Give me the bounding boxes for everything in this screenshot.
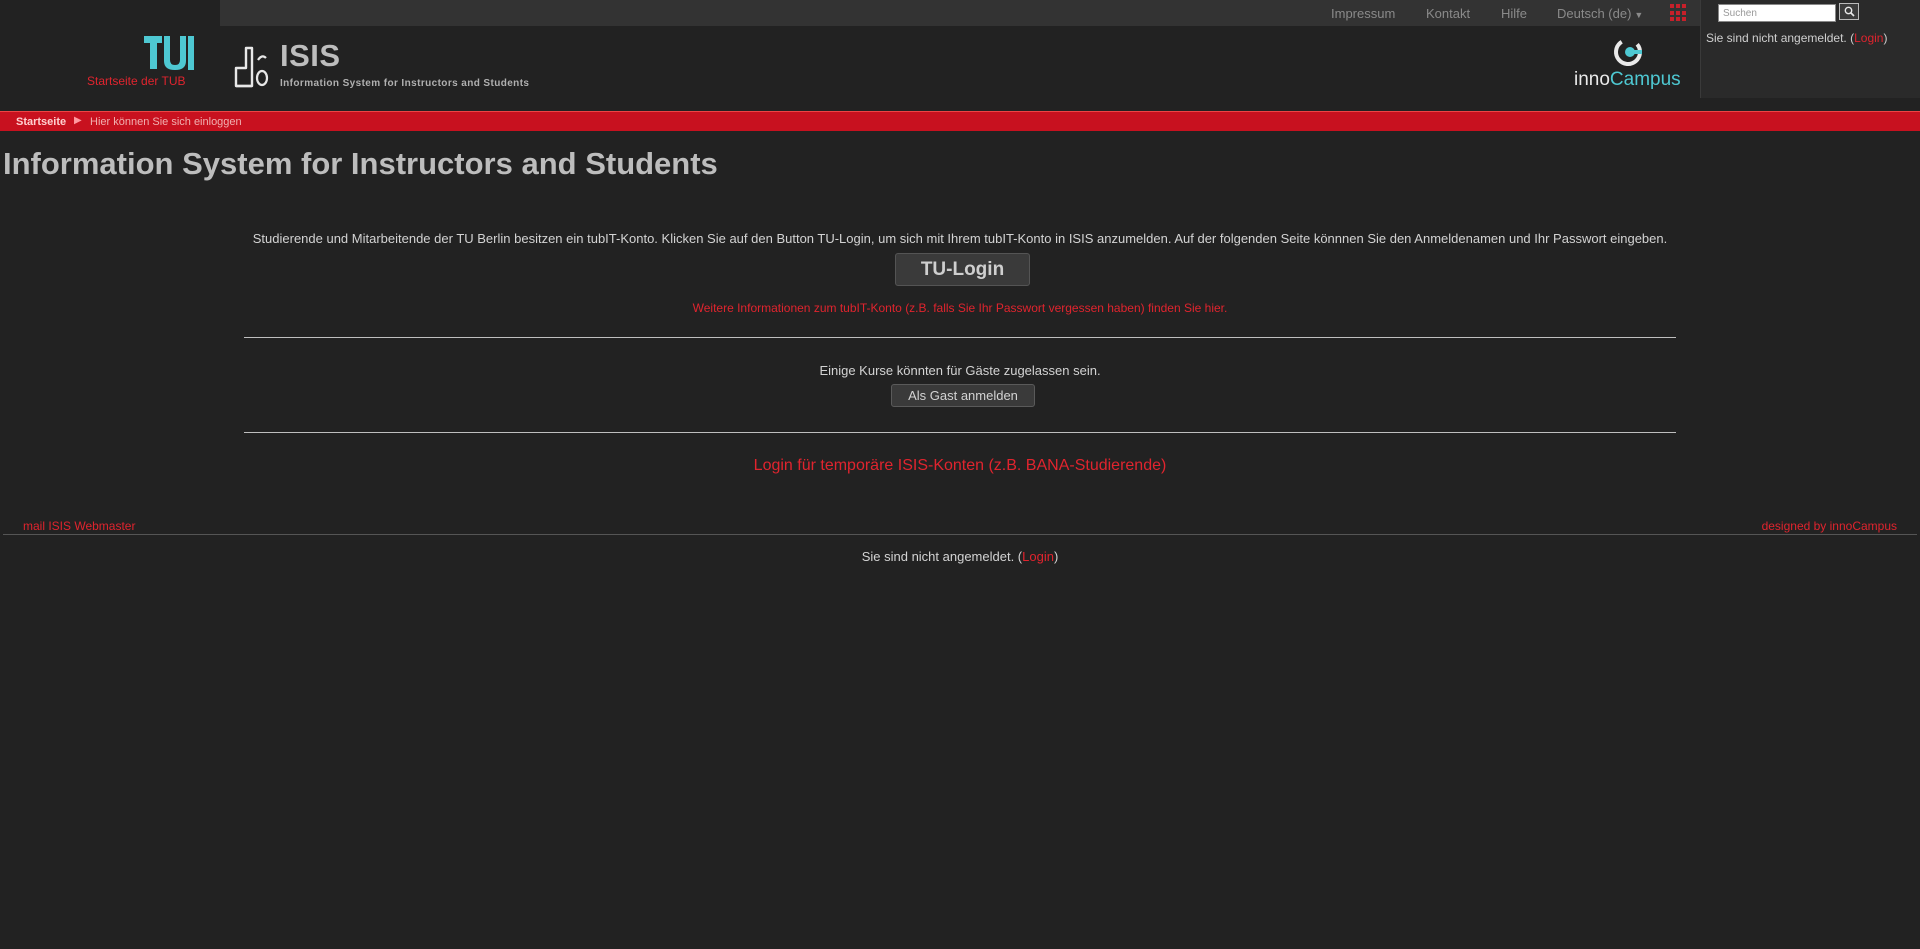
guest-login-button[interactable]: Als Gast anmelden [891,384,1035,407]
isis-logo[interactable] [228,46,272,90]
innocampus-wordmark: innoCampus [1574,69,1681,90]
search-icon [1844,6,1855,17]
language-label: Deutsch (de) [1557,6,1632,21]
innocampus-logo[interactable] [1610,36,1648,68]
footer-divider [3,534,1917,535]
language-menu[interactable]: Deutsch (de) ▼ [1557,6,1643,21]
search-button[interactable] [1839,3,1859,20]
divider [244,337,1676,338]
tub-logo[interactable] [140,34,196,72]
login-intro-text: Studierende und Mitarbeitende der TU Ber… [252,231,1668,246]
login-status-footer: Sie sind nicht angemeldet. (Login) [861,549,1059,564]
breadcrumb-current: Hier können Sie sich einloggen [90,116,242,128]
search-input[interactable] [1718,4,1836,22]
nav-impressum-link[interactable]: Impressum [1331,6,1395,21]
temp-login-link[interactable]: Login für temporäre ISIS-Konten (z.B. BA… [244,457,1676,475]
divider [244,432,1676,433]
page-title: Information System for Instructors and S… [3,146,718,181]
login-status-top: Sie sind nicht angemeldet. (Login) [1706,31,1888,45]
designed-by-link[interactable]: designed by innoCampus [1762,519,1897,533]
breadcrumb-home-link[interactable]: Startseite [16,116,66,128]
login-link-top[interactable]: Login [1854,31,1883,45]
guest-info-text: Einige Kurse könnten für Gäste zugelasse… [819,363,1101,378]
tu-login-button[interactable]: TU-Login [895,253,1030,286]
caret-down-icon: ▼ [1634,10,1644,20]
mail-webmaster-link[interactable]: mail ISIS Webmaster [23,519,135,533]
nav-kontakt-link[interactable]: Kontakt [1426,6,1470,21]
nav-hilfe-link[interactable]: Hilfe [1501,6,1527,21]
tub-home-link[interactable]: Startseite der TUB [87,74,185,88]
isis-subtitle: Information System for Instructors and S… [280,78,530,89]
apps-grid-icon[interactable] [1670,4,1688,22]
login-link-footer[interactable]: Login [1022,549,1054,564]
breadcrumb: Startseite ▶ Hier können Sie sich einlog… [0,111,1920,131]
login-panel: Sie sind nicht angemeldet. (Login) [1700,0,1920,98]
more-info-link[interactable]: Weitere Informationen zum tubIT-Konto (z… [244,301,1676,315]
top-utility-bar [220,0,1700,26]
isis-title: ISIS [280,38,341,73]
triangle-right-icon: ▶ [74,115,82,126]
